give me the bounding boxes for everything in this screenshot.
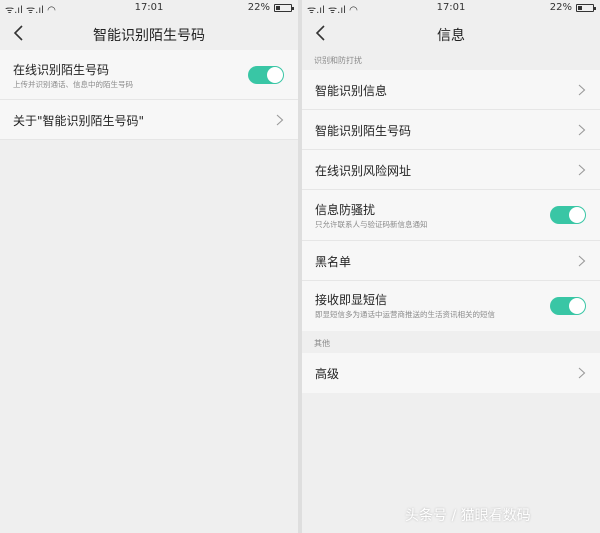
- row-sublabel: 上传并识别通话、信息中的陌生号码: [13, 80, 133, 89]
- chevron-right-icon: [578, 367, 586, 379]
- battery-percent: 22%: [549, 2, 572, 13]
- toggle-knob: [267, 67, 283, 83]
- row-label: 智能识别陌生号码: [315, 124, 412, 138]
- row-label: 在线识别陌生号码: [13, 63, 110, 77]
- flash-sms-toggle[interactable]: [550, 297, 586, 315]
- battery-fill: [578, 6, 582, 10]
- toggle-knob: [569, 298, 585, 314]
- chevron-right-icon: [276, 114, 284, 126]
- other-settings-list: 高级: [302, 353, 600, 393]
- toggle-knob: [569, 207, 585, 223]
- battery-percent: 22%: [247, 2, 270, 13]
- settings-list: 在线识别陌生号码 上传并识别通话、信息中的陌生号码 关于"智能识别陌生号码": [0, 50, 298, 140]
- smart-identify-message-row[interactable]: 智能识别信息: [302, 70, 600, 110]
- online-identify-unknown-number-row[interactable]: 在线识别陌生号码 上传并识别通话、信息中的陌生号码: [0, 50, 298, 100]
- chevron-right-icon: [578, 124, 586, 136]
- message-anti-harassment-row[interactable]: 信息防骚扰 只允许联系人与验证码新信息通知: [302, 190, 600, 241]
- chevron-right-icon: [578, 164, 586, 176]
- row-label: 在线识别风险网址: [315, 164, 412, 178]
- battery-icon: [576, 4, 596, 12]
- row-label: 关于"智能识别陌生号码": [13, 114, 145, 128]
- page-title: 信息: [437, 28, 465, 44]
- watermark: 头条号 / 猫眼看数码: [405, 508, 531, 524]
- row-label: 高级: [315, 367, 340, 381]
- about-unknown-number-row[interactable]: 关于"智能识别陌生号码": [0, 100, 298, 140]
- advanced-row[interactable]: 高级: [302, 353, 600, 393]
- online-identify-risk-url-row[interactable]: 在线识别风险网址: [302, 150, 600, 190]
- blacklist-row[interactable]: 黑名单: [302, 241, 600, 281]
- page-title: 智能识别陌生号码: [93, 28, 205, 44]
- section-header-identify: 识别和防打扰: [314, 56, 362, 65]
- status-bar: ᯤ.ıl ᯤ.ıl ◠ 17:01 22%: [0, 0, 298, 16]
- battery-fill: [276, 6, 280, 10]
- row-sublabel: 只允许联系人与验证码新信息通知: [315, 220, 428, 229]
- right-screen: ᯤ.ıl ᯤ.ıl ◠ 17:01 22% 信息 识别和防打扰 智能识别信息 智…: [302, 0, 600, 533]
- receive-flash-sms-row[interactable]: 接收即显短信 即显短信多为通话中运营商推送的生活资讯相关的短信: [302, 281, 600, 331]
- title-bar: 信息: [302, 16, 600, 50]
- section-header-other: 其他: [314, 339, 330, 348]
- left-screen: ᯤ.ıl ᯤ.ıl ◠ 17:01 22% 智能识别陌生号码 在线识别陌生号码 …: [0, 0, 298, 533]
- row-label: 智能识别信息: [315, 84, 388, 98]
- chevron-right-icon: [578, 255, 586, 267]
- smart-identify-unknown-number-row[interactable]: 智能识别陌生号码: [302, 110, 600, 150]
- title-bar: 智能识别陌生号码: [0, 16, 298, 50]
- chevron-right-icon: [578, 84, 586, 96]
- row-label: 接收即显短信: [315, 293, 388, 307]
- battery-icon: [274, 4, 294, 12]
- row-label: 黑名单: [315, 255, 352, 269]
- row-sublabel: 即显短信多为通话中运营商推送的生活资讯相关的短信: [315, 310, 495, 319]
- online-identify-toggle[interactable]: [248, 66, 284, 84]
- identify-settings-list: 智能识别信息 智能识别陌生号码 在线识别风险网址 信息防骚扰 只允许联系人与验证…: [302, 70, 600, 331]
- anti-harassment-toggle[interactable]: [550, 206, 586, 224]
- row-label: 信息防骚扰: [315, 203, 376, 217]
- status-bar: ᯤ.ıl ᯤ.ıl ◠ 17:01 22%: [302, 0, 600, 16]
